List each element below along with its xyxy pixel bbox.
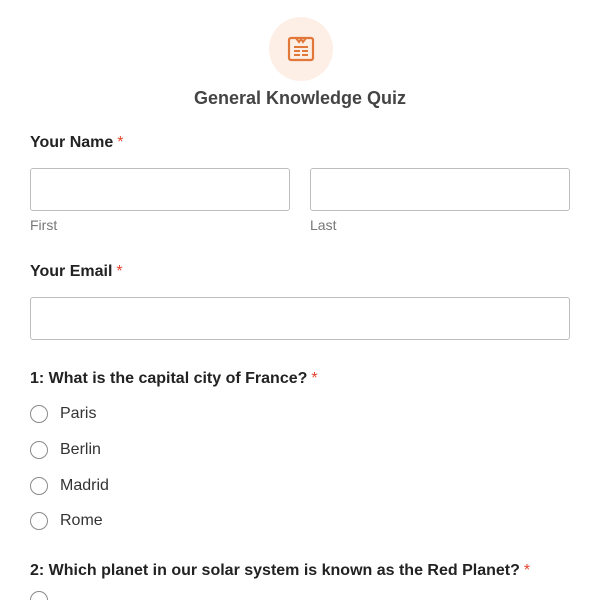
email-input[interactable]: [30, 297, 570, 340]
first-name-input[interactable]: [30, 168, 290, 211]
question-1-option-madrid[interactable]: Madrid: [30, 475, 109, 497]
question-2-text: 2: Which planet in our solar system is k…: [30, 562, 520, 579]
required-marker: *: [523, 562, 531, 579]
radio-button[interactable]: [30, 477, 48, 495]
option-label: Rome: [60, 512, 103, 529]
option-label: Madrid: [60, 477, 109, 494]
last-name-sublabel: Last: [310, 217, 337, 233]
form-logo: [269, 17, 333, 81]
first-name-sublabel: First: [30, 217, 58, 233]
name-label: Your Name *: [30, 134, 124, 152]
quiz-form-page: General Knowledge Quiz Your Name * First …: [0, 0, 600, 600]
question-1-text: 1: What is the capital city of France?: [30, 370, 308, 387]
question-1-option-paris[interactable]: Paris: [30, 403, 96, 425]
question-1-label: 1: What is the capital city of France? *: [30, 370, 318, 388]
radio-button[interactable]: [30, 441, 48, 459]
radio-button[interactable]: [30, 512, 48, 530]
required-marker: *: [117, 134, 124, 151]
radio-button[interactable]: [30, 405, 48, 423]
option-label: Paris: [60, 405, 97, 422]
question-2-option-partial[interactable]: [30, 589, 48, 600]
required-marker: *: [311, 370, 318, 387]
option-label: Berlin: [60, 441, 101, 458]
email-label-text: Your Email: [30, 263, 113, 280]
quiz-document-icon: [287, 36, 315, 62]
question-1-option-berlin[interactable]: Berlin: [30, 439, 101, 461]
last-name-input[interactable]: [310, 168, 570, 211]
question-2-label: 2: Which planet in our solar system is k…: [30, 562, 530, 580]
question-1-option-rome[interactable]: Rome: [30, 510, 103, 532]
name-label-text: Your Name: [30, 134, 114, 151]
required-marker: *: [116, 263, 123, 280]
radio-button[interactable]: [30, 591, 48, 600]
email-label: Your Email *: [30, 263, 123, 281]
form-title: General Knowledge Quiz: [193, 88, 407, 108]
